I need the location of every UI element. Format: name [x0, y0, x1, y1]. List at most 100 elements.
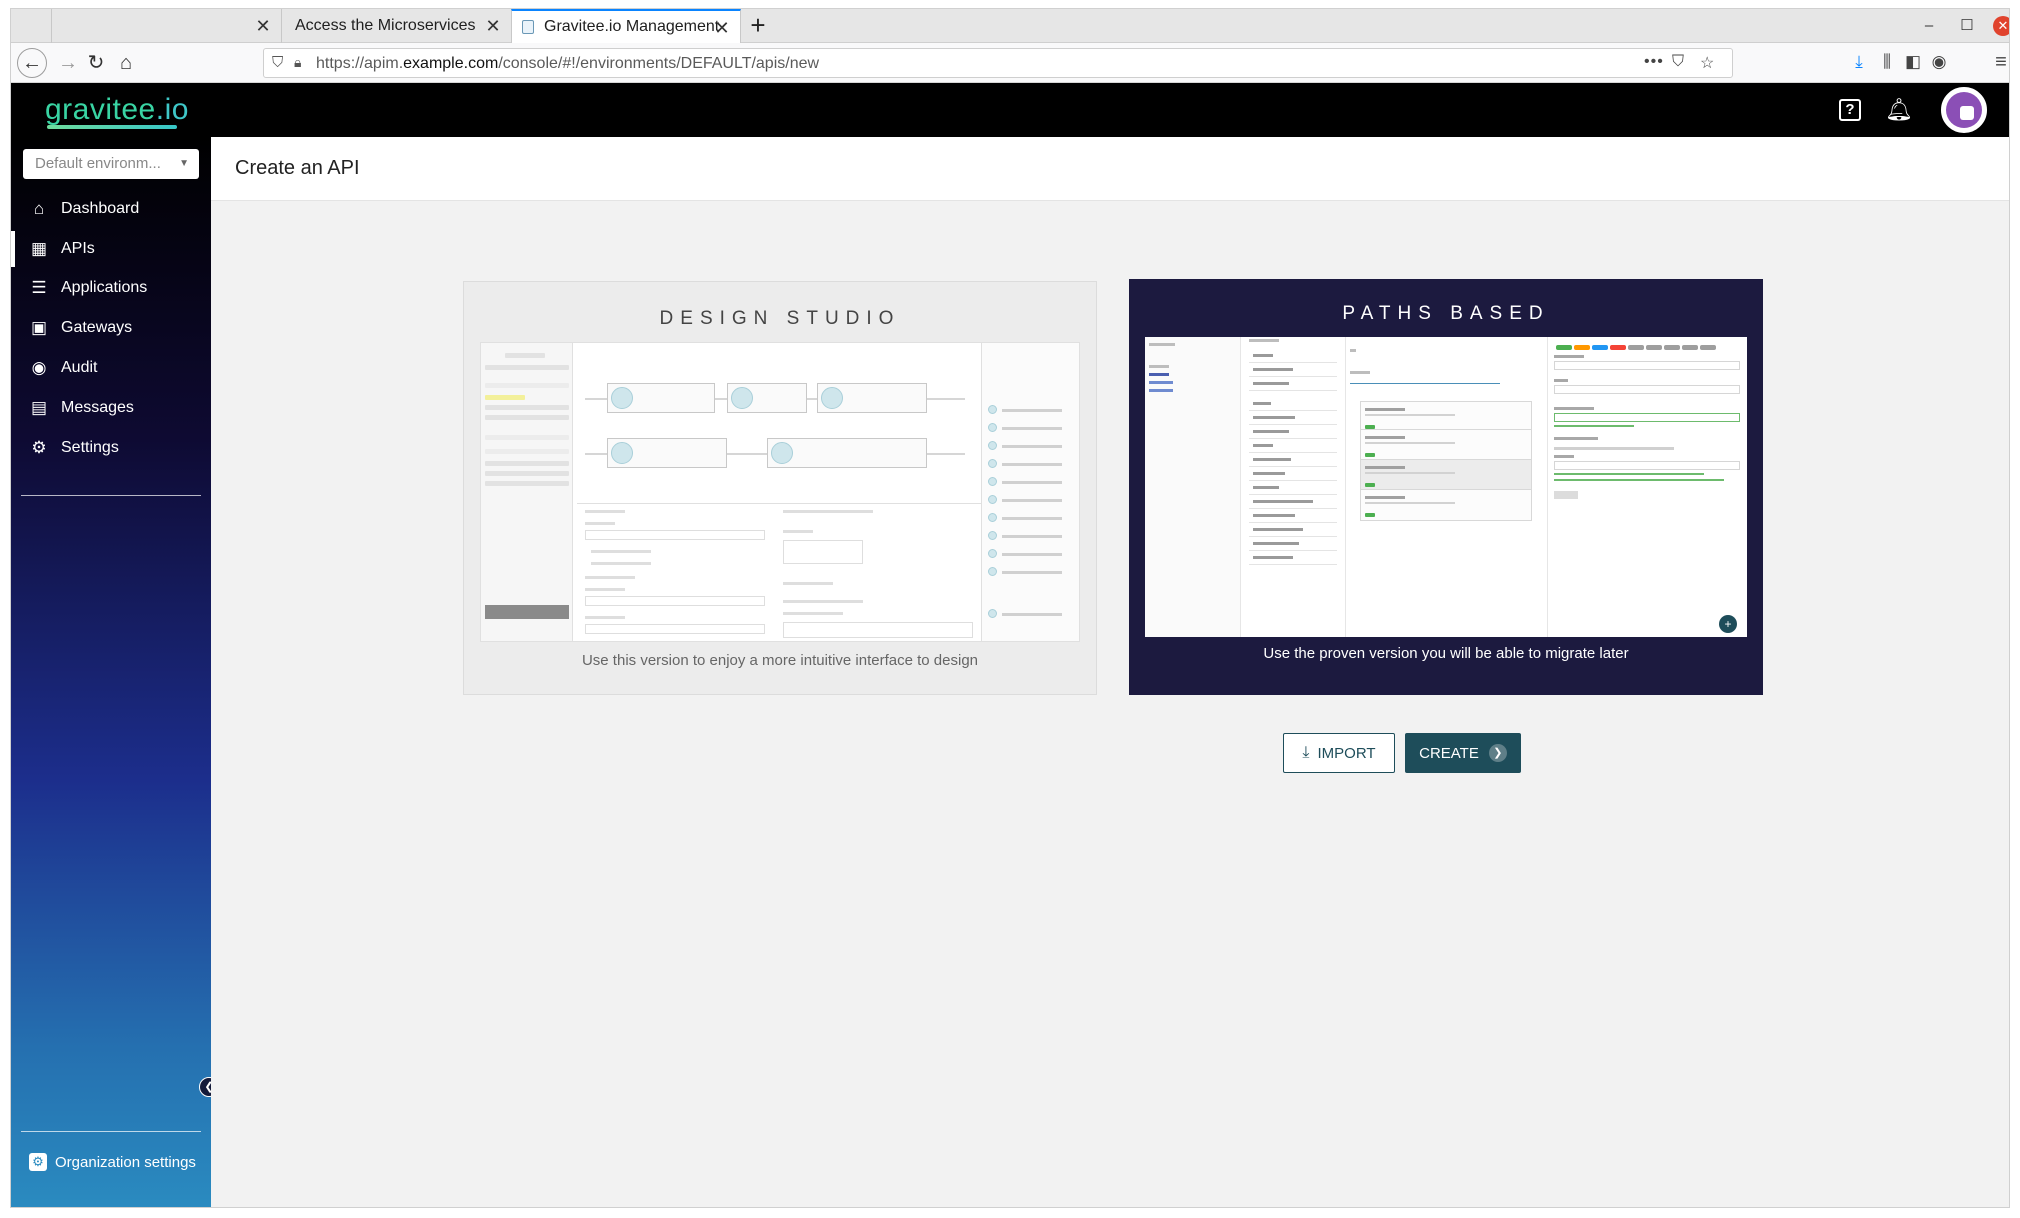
close-tab-icon[interactable]: ✕ [712, 18, 732, 38]
url-path: /console/#!/environments/DEFAULT/apis/ne… [498, 55, 820, 72]
paths-based-preview-image: + [1145, 337, 1747, 637]
paths-based-caption: Use the proven version you will be able … [1263, 645, 1629, 662]
sidebar: Default environm... ▼ ⌂ Dashboard ▦ APIs… [11, 137, 219, 1207]
library-icon[interactable]: ⫼ [1875, 49, 1899, 75]
bookmark-star-icon[interactable]: ☆ [1700, 53, 1714, 73]
url-prefix: https://apim. [316, 55, 404, 72]
minimize-icon[interactable]: – [1918, 15, 1940, 37]
home-icon: ⌂ [33, 199, 45, 218]
tab-title: Gravitee.io Management [544, 18, 720, 35]
add-icon: + [1719, 615, 1737, 633]
sidebar-item-label: Applications [61, 279, 148, 296]
sidebar-item-settings[interactable]: ⚙ Settings [11, 430, 211, 466]
import-label: IMPORT [1317, 744, 1376, 762]
browser-window: ✕ Access the Microservices fro ✕ Gravite… [10, 8, 2010, 1208]
preview-plans-panel [481, 343, 573, 641]
tab-microservices[interactable]: Access the Microservices fro ✕ [281, 9, 511, 43]
tab-title: Access the Microservices fro [295, 17, 475, 34]
sidebar-divider [21, 1131, 201, 1132]
sidebar-item-label: Settings [61, 439, 119, 456]
page-header: Create an API [211, 137, 2009, 201]
app-header: gravitee.io ? 🔔︎ [11, 83, 2009, 137]
eye-icon: ◉ [31, 358, 47, 377]
avatar-center [1960, 106, 1974, 120]
forward-icon[interactable]: → [55, 50, 81, 76]
home-icon[interactable]: ⌂ [113, 50, 139, 76]
design-studio-caption: Use this version to enjoy a more intuiti… [581, 652, 979, 669]
more-actions-icon[interactable]: ••• [1644, 53, 1664, 71]
paths-based-card[interactable]: PATHS BASED + Use the proven version you… [1129, 279, 1763, 695]
pocket-icon[interactable]: ⛉ [1672, 53, 1684, 71]
sidebar-item-label: Gateways [61, 319, 133, 336]
tab-blank[interactable]: ✕ [51, 9, 281, 43]
navigation-bar: ← → ↻ ⌂ ⛉ 🔒︎ https://apim.example.com/co… [11, 43, 2009, 83]
preview-path-flow [1345, 337, 1545, 637]
reload-icon[interactable]: ↻ [83, 50, 109, 76]
url-bar[interactable]: ⛉ 🔒︎ https://apim.example.com/console/#!… [263, 48, 1733, 78]
preview-api-nav [1145, 337, 1241, 637]
import-download-icon: ⤓ [1302, 744, 1310, 761]
close-tab-icon[interactable]: ✕ [483, 16, 503, 36]
url-text[interactable]: https://apim.example.com/console/#!/envi… [316, 55, 819, 73]
message-icon: ▤ [30, 398, 48, 417]
maximize-icon[interactable]: ☐ [1956, 15, 1978, 37]
preview-flow-canvas [577, 343, 977, 503]
sidebar-item-label: Dashboard [61, 200, 140, 217]
new-tab-icon[interactable]: + [744, 12, 772, 40]
list-icon: ☰ [31, 278, 47, 297]
logo-suffix: .io [155, 93, 189, 126]
account-icon[interactable]: ◉ [1927, 49, 1951, 75]
gear-icon: ⚙ [29, 1153, 47, 1171]
chevron-down-icon: ▼ [179, 158, 189, 169]
back-icon[interactable]: ← [17, 48, 47, 78]
logo-swoosh [47, 125, 177, 129]
url-domain: example.com [403, 55, 499, 72]
tab-gravitee-active[interactable]: Gravitee.io Management ✕ [511, 9, 741, 43]
design-studio-preview-image [480, 342, 1080, 642]
environment-value: Default environm... [35, 155, 161, 172]
import-button[interactable]: ⤓ IMPORT [1283, 733, 1395, 773]
dashboard-icon: ▦ [30, 239, 48, 258]
sidebar-item-applications[interactable]: ☰ Applications [11, 270, 211, 306]
sidebar-item-audit[interactable]: ◉ Audit [11, 350, 211, 386]
paths-based-title: PATHS BASED [1342, 303, 1550, 324]
sidebar-toggle-icon[interactable]: ◧ [1901, 49, 1925, 75]
gateway-icon: ▣ [30, 318, 48, 337]
sidebar-item-dashboard[interactable]: ⌂ Dashboard [11, 191, 211, 227]
sidebar-divider [21, 495, 201, 496]
shield-icon[interactable]: ⛉ [272, 54, 283, 71]
preview-policy-config [1547, 337, 1747, 637]
organization-settings-label: Organization settings [55, 1153, 196, 1171]
page-favicon-icon [522, 20, 534, 34]
main-content: Create an API DESIGN STUDIO Use this ver… [211, 137, 2009, 1207]
menu-icon[interactable]: ≡ [1989, 49, 2009, 75]
help-icon[interactable]: ? [1839, 99, 1861, 121]
sidebar-item-gateways[interactable]: ▣ Gateways [11, 310, 211, 346]
lock-icon[interactable]: 🔒︎ [294, 54, 301, 71]
download-icon[interactable]: ⤓ [1847, 49, 1871, 75]
close-tab-icon[interactable]: ✕ [253, 16, 273, 36]
sidebar-item-label: APIs [61, 240, 95, 257]
user-avatar[interactable] [1941, 87, 1987, 133]
organization-settings-link[interactable]: ⚙ Organization settings [29, 1153, 196, 1171]
notifications-bell-icon[interactable]: 🔔︎ [1885, 97, 1913, 123]
gravitee-logo[interactable]: gravitee.io [45, 93, 189, 127]
sidebar-item-label: Audit [61, 359, 98, 376]
environment-select[interactable]: Default environm... ▼ [23, 149, 199, 179]
chevron-right-icon: ❯ [1488, 744, 1507, 762]
design-studio-card[interactable]: DESIGN STUDIO Use this version to enjoy … [463, 281, 1097, 695]
avatar-pattern [1946, 92, 1982, 128]
logo-main: gravitee [45, 93, 156, 126]
gear-icon: ⚙ [31, 438, 47, 457]
create-label: CREATE [1419, 744, 1479, 762]
close-window-icon[interactable]: ✕ [1993, 16, 2009, 36]
page-title: Create an API [235, 157, 360, 179]
sidebar-item-label: Messages [61, 399, 134, 416]
create-button[interactable]: CREATE ❯ [1405, 733, 1521, 773]
preview-policy-form [577, 503, 981, 641]
sidebar-item-apis[interactable]: ▦ APIs [11, 231, 211, 267]
sidebar-item-messages[interactable]: ▤ Messages [11, 390, 211, 426]
preview-policy-list [1245, 337, 1341, 637]
design-studio-title: DESIGN STUDIO [659, 308, 901, 329]
tab-bar: ✕ Access the Microservices fro ✕ Gravite… [11, 9, 2009, 43]
